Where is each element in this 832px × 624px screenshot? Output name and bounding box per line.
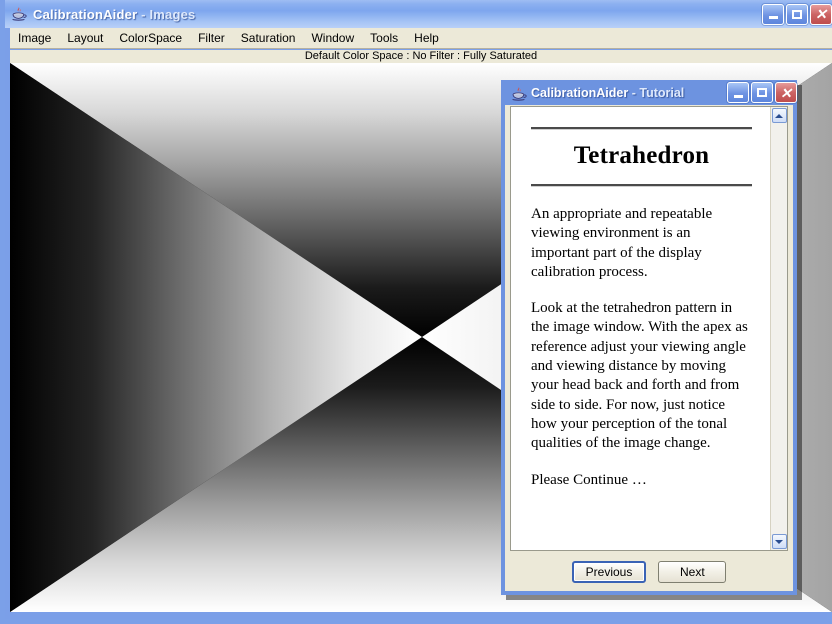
menu-item-saturation[interactable]: Saturation (234, 29, 303, 48)
java-cup-icon (510, 85, 527, 101)
menu-item-colorspace[interactable]: ColorSpace (112, 29, 189, 48)
tutorial-maximize-button[interactable] (751, 82, 773, 103)
menu-item-tools[interactable]: Tools (363, 29, 405, 48)
menu-item-image[interactable]: Image (11, 29, 58, 48)
menu-item-window[interactable]: Window (304, 29, 361, 48)
tutorial-title-app: CalibrationAider (531, 85, 629, 100)
tutorial-title-doc: Tutorial (639, 85, 685, 100)
rule-top (531, 127, 752, 130)
scrollbar-track[interactable] (772, 123, 787, 534)
main-window: CalibrationAider - Images ✕ Image Layout… (0, 0, 832, 624)
menu-item-filter[interactable]: Filter (191, 29, 232, 48)
tutorial-scrollbar[interactable] (770, 107, 787, 550)
scroll-down-icon[interactable] (771, 534, 787, 549)
main-title-doc: Images (149, 6, 196, 22)
close-button[interactable]: ✕ (810, 3, 832, 25)
main-title-app: CalibrationAider (33, 6, 138, 22)
scroll-up-icon[interactable] (771, 108, 787, 123)
rule-bottom (531, 184, 752, 187)
menubar: Image Layout ColorSpace Filter Saturatio… (10, 28, 832, 49)
tutorial-close-button[interactable]: ✕ (775, 82, 797, 103)
tutorial-paragraph-3: Please Continue … (531, 471, 647, 488)
tutorial-dialog: CalibrationAider - Tutorial ✕ Tetrahedro… (501, 80, 797, 595)
tutorial-title-sep: - (628, 85, 640, 100)
status-bar: Default Color Space : No Filter : Fully … (10, 50, 832, 63)
main-titlebar[interactable]: CalibrationAider - Images ✕ (5, 0, 832, 28)
tutorial-titlebar[interactable]: CalibrationAider - Tutorial ✕ (505, 80, 801, 105)
tutorial-title: CalibrationAider - Tutorial (531, 86, 684, 100)
tutorial-paragraph-2: Look at the tetrahedron pattern in the i… (531, 300, 748, 452)
status-text: Default Color Space : No Filter : Fully … (304, 50, 538, 62)
tutorial-heading: Tetrahedron (573, 142, 710, 169)
tutorial-content-pane: Tetrahedron An appropriate and repeatabl… (510, 106, 788, 551)
main-window-controls: ✕ (762, 3, 832, 25)
tutorial-document: Tetrahedron An appropriate and repeatabl… (511, 107, 770, 550)
tutorial-body: Tetrahedron An appropriate and repeatabl… (505, 105, 793, 591)
maximize-button[interactable] (786, 3, 808, 25)
previous-button[interactable]: Previous (571, 561, 647, 583)
tutorial-window-controls: ✕ (727, 82, 799, 103)
next-button[interactable]: Next (658, 561, 727, 583)
main-title-sep: - (137, 6, 150, 22)
minimize-button[interactable] (762, 3, 784, 25)
java-cup-icon (10, 5, 28, 23)
main-window-title: CalibrationAider - Images (33, 7, 196, 22)
menu-item-layout[interactable]: Layout (60, 29, 110, 48)
tutorial-button-bar: Previous Next (505, 553, 793, 591)
tutorial-paragraph-1: An appropriate and repeatable viewing en… (531, 206, 713, 280)
tutorial-minimize-button[interactable] (727, 82, 749, 103)
menu-item-help[interactable]: Help (407, 29, 446, 48)
